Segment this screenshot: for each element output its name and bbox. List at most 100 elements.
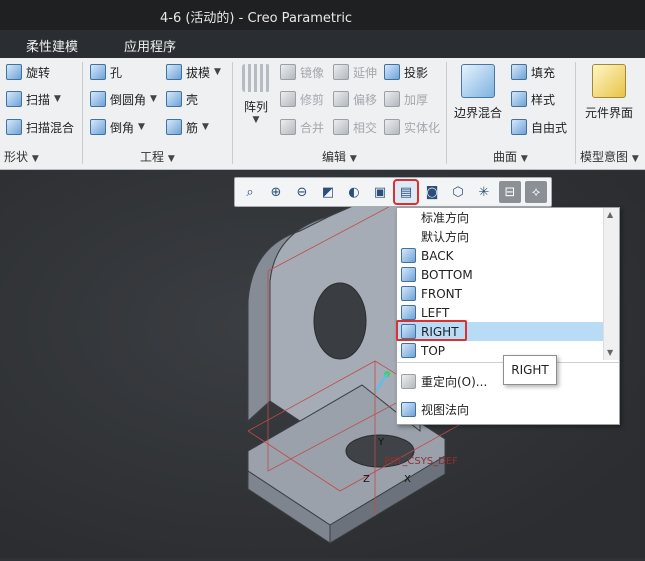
saved-orientations-menu: 标准方向 默认方向 BACK BOTTOM FRONT LEFT RIGHT T… [396,207,620,425]
menu-item-standard-orientation[interactable]: 标准方向 [397,208,603,227]
group-divider [446,62,447,164]
datum-display-icon[interactable]: ✳ [473,181,495,203]
surfaces-group-footer[interactable]: 曲面 ▼ [493,148,528,168]
thicken-button[interactable]: 加厚 [384,89,428,109]
chamfer-icon [90,119,106,135]
view-cube-icon [401,305,416,320]
zoom-out-icon[interactable]: ⊖ [291,181,313,203]
chevron-down-icon: ▼ [54,94,61,104]
rib-button[interactable]: 筋 ▼ [166,117,209,137]
plate-hole [313,282,367,360]
menu-scrollbar[interactable]: ▲ ▼ [603,208,619,360]
menu-item-normal-view[interactable]: 视图法向 [397,400,619,419]
boundary-blend-button[interactable]: 边界混合 [452,64,504,121]
shape-group-footer[interactable]: 形状 ▼ [4,148,39,168]
scroll-up-icon[interactable]: ▲ [607,210,613,219]
chevron-down-icon: ▼ [631,154,639,164]
chevron-down-icon: ▼ [31,154,39,164]
chevron-down-icon: ▼ [214,67,221,77]
saved-orientations-icon[interactable]: ▤ [393,179,419,205]
component-interface-button[interactable]: 元件界面 [580,64,638,121]
intersect-icon [333,119,349,135]
group-divider [232,62,233,164]
pattern-button[interactable]: 阵列 ▼ [238,64,274,125]
view-cube-icon [401,343,416,358]
tab-flexible-modeling[interactable]: 柔性建模 [26,36,78,55]
engineering-group-footer[interactable]: 工程 ▼ [140,148,175,168]
view-cube-icon [401,286,416,301]
swept-blend-icon [6,119,22,135]
chamfer-button[interactable]: 倒角 ▼ [90,117,145,137]
sweep-button[interactable]: 扫描 ▼ [6,89,61,109]
perspective-icon[interactable]: ⬡ [447,181,469,203]
trim-icon [280,91,296,107]
menu-item-bottom[interactable]: BOTTOM [397,265,603,284]
mirror-button[interactable]: 镜像 [280,62,324,82]
view-cube-icon [401,267,416,282]
mirror-icon [280,64,296,80]
pattern-icon [242,64,270,92]
swept-blend-button[interactable]: 扫描混合 [6,117,74,137]
view-manager-icon[interactable]: ▣ [369,181,391,203]
thicken-icon [384,91,400,107]
zoom-in-icon[interactable]: ⊕ [265,181,287,203]
ribbon: 旋转 扫描 ▼ 扫描混合 形状 ▼ 孔 倒圆角 ▼ 倒角 ▼ 拔模 ▼ 壳 筋 … [0,58,645,170]
hole-icon [90,64,106,80]
view-cube-icon [401,248,416,263]
intersect-button[interactable]: 相交 [333,117,377,137]
hole-button[interactable]: 孔 [90,62,122,82]
component-interface-icon [592,64,626,98]
revolve-button[interactable]: 旋转 [6,62,50,82]
chevron-down-icon: ▼ [150,94,157,104]
scroll-down-icon[interactable]: ▼ [607,348,613,357]
refit-icon[interactable]: ⌕ [239,181,261,203]
sweep-icon [6,91,22,107]
camera-icon[interactable]: ◙ [421,181,443,203]
style-button[interactable]: 样式 [511,89,555,109]
extend-button[interactable]: 延伸 [333,62,377,82]
trim-button[interactable]: 修剪 [280,89,324,109]
menu-item-default-orientation[interactable]: 默认方向 [397,227,603,246]
repaint-icon[interactable]: ◩ [317,181,339,203]
merge-button[interactable]: 合并 [280,117,324,137]
tab-applications[interactable]: 应用程序 [124,36,176,55]
display-style-icon[interactable]: ◐ [343,181,365,203]
fill-icon [511,64,527,80]
shell-button[interactable]: 壳 [166,89,198,109]
chevron-down-icon: ▼ [349,154,357,164]
project-icon [384,64,400,80]
csys-label: PRT_CSYS_DEF [384,456,458,467]
solidify-button[interactable]: 实体化 [384,117,440,137]
spin-center-icon[interactable]: ⟡ [525,181,547,203]
right-item-highlight-box [396,320,467,341]
boundary-blend-icon [461,64,495,98]
revolve-icon [6,64,22,80]
chevron-down-icon: ▼ [252,115,260,125]
offset-icon [333,91,349,107]
offset-button[interactable]: 偏移 [333,89,377,109]
menu-item-back[interactable]: BACK [397,246,603,265]
project-button[interactable]: 投影 [384,62,428,82]
rib-icon [166,119,182,135]
menu-bar: 柔性建模 应用程序 [0,30,645,58]
annotation-display-icon[interactable]: ⊟ [499,181,521,203]
freestyle-icon [511,119,527,135]
chevron-down-icon: ▼ [202,122,209,132]
style-icon [511,91,527,107]
menu-item-front[interactable]: FRONT [397,284,603,303]
editing-group-footer[interactable]: 编辑 ▼ [322,148,357,168]
merge-icon [280,119,296,135]
draft-button[interactable]: 拔模 ▼ [166,62,221,82]
round-icon [90,91,106,107]
group-divider [575,62,576,164]
normal-view-icon [401,402,416,417]
round-button[interactable]: 倒圆角 ▼ [90,89,157,109]
tooltip: RIGHT [503,355,557,385]
extend-icon [333,64,349,80]
menu-item-top[interactable]: TOP [397,341,603,360]
group-divider [82,62,83,164]
fill-button[interactable]: 填充 [511,62,555,82]
freestyle-button[interactable]: 自由式 [511,117,567,137]
model-intent-group-footer[interactable]: 模型意图 ▼ [580,148,639,168]
window-title: 4-6 (活动的) - Creo Parametric [160,11,353,26]
